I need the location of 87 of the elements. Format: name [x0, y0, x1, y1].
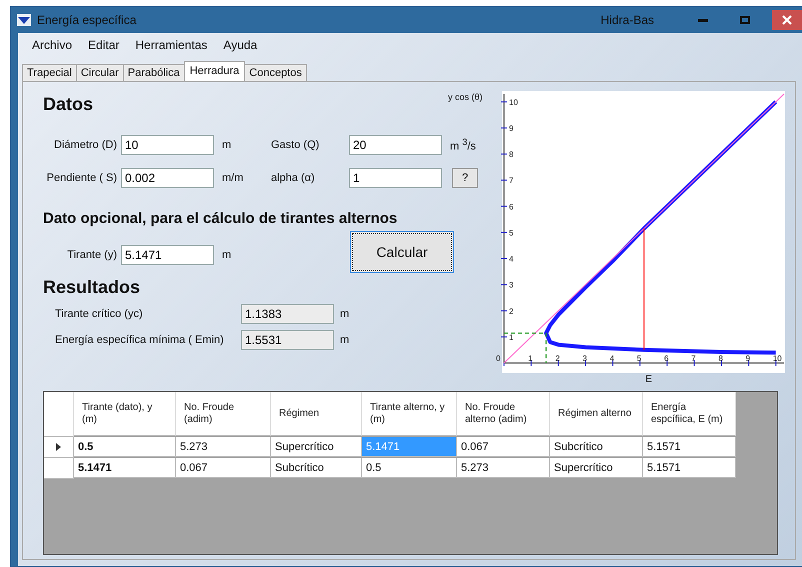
x-tick-label: 7	[691, 354, 696, 363]
result-label: Energía específica mínima ( Emin)	[55, 334, 225, 346]
tab[interactable]: Circular	[76, 64, 124, 81]
unit-label: m $^{3}$/s	[449, 137, 477, 153]
menu-item[interactable]: Herramientas	[129, 36, 214, 54]
tab[interactable]: Parabólica	[122, 64, 185, 81]
y-tick-label: 1	[509, 332, 514, 342]
table-cell[interactable]: Subcrítico	[550, 437, 643, 457]
field-label: Tirante (y)	[66, 249, 118, 261]
section-heading: Dato opcional, para el cálculo de tirantes alternos	[43, 210, 398, 227]
x-axis-label: E	[645, 374, 652, 385]
menu-item[interactable]: Editar	[82, 36, 126, 54]
column-header[interactable]: Energía espcífiica, E (m)	[643, 392, 736, 436]
maximize-icon	[740, 16, 750, 24]
y-tick-label: 2	[509, 306, 514, 316]
y-tick-label: 9	[509, 124, 514, 133]
y-tick-label: 7	[509, 176, 514, 186]
field-label: Pendiente ( S)	[46, 172, 118, 184]
y-tick-label: 8	[509, 150, 514, 160]
unit-label: m	[339, 334, 350, 346]
tab[interactable]: Conceptos	[244, 64, 307, 81]
y-tick-label: 10	[509, 98, 518, 107]
result-field[interactable]: 1.5531	[241, 330, 334, 350]
app-icon	[17, 14, 31, 26]
x-tick-label: 0	[496, 354, 500, 363]
section-heading: Datos	[43, 94, 94, 115]
table-cell[interactable]: 5.273	[457, 458, 550, 478]
input-field[interactable]: 10	[121, 135, 214, 155]
input-field[interactable]: 5.1471	[121, 245, 214, 265]
x-tick-label: 10	[772, 354, 782, 363]
menu-item[interactable]: Archivo	[26, 36, 78, 54]
x-tick-label: 6	[664, 354, 669, 363]
input-field[interactable]: 1	[349, 168, 442, 188]
menu-item[interactable]: Ayuda	[217, 36, 264, 54]
tab[interactable]: Herradura	[184, 61, 246, 81]
y-tick-label: 5	[509, 228, 514, 238]
table-cell[interactable]: 0.5	[362, 458, 457, 478]
column-header[interactable]: No. Froude (adim)	[176, 392, 271, 436]
x-tick-label: 8	[718, 354, 723, 363]
table-cell[interactable]: 0.067	[457, 437, 550, 457]
column-header[interactable]: Régimen alterno	[550, 392, 643, 436]
table-cell[interactable]: Supercrítico	[550, 458, 643, 478]
y-tick-label: 6	[509, 202, 514, 212]
row-header[interactable]	[44, 437, 74, 458]
table-cell[interactable]: 0.067	[176, 458, 271, 478]
minimize-icon	[698, 18, 708, 22]
section-heading: Resultados	[43, 277, 142, 298]
field-label: alpha (α)	[271, 172, 316, 184]
window-title: Energía específica	[37, 13, 138, 27]
table-cell[interactable]: 5.1571	[643, 458, 736, 478]
help-button[interactable]: ?	[452, 168, 478, 188]
unit-label: m	[221, 139, 232, 151]
table-cell[interactable]: 5.1571	[643, 437, 736, 457]
column-header[interactable]: Tirante alterno, y (m)	[362, 392, 457, 436]
table-cell[interactable]: 0.5	[74, 437, 176, 457]
column-header[interactable]: Régimen	[271, 392, 362, 436]
table-cell[interactable]: 5.273	[176, 437, 271, 457]
unit-label: m/m	[221, 172, 244, 184]
result-field[interactable]: 1.1383	[241, 304, 334, 324]
x-tick-label: 9	[746, 354, 750, 363]
unit-label: m	[221, 249, 232, 261]
table-cell[interactable]: 5.1471	[74, 458, 176, 478]
field-label: Diámetro (D)	[53, 139, 118, 151]
close-icon	[782, 15, 792, 25]
input-field[interactable]: 20	[349, 135, 442, 155]
unit-label: m	[339, 308, 350, 320]
table-cell[interactable]: Subcrítico	[271, 458, 362, 478]
field-label: Gasto (Q)	[271, 139, 320, 151]
result-label: Tirante crítico (yc)	[55, 308, 144, 320]
current-row-icon	[56, 443, 61, 451]
column-header[interactable]: No. Froude alterno (adim)	[457, 392, 550, 436]
calculate-button[interactable]: Calcular	[350, 231, 454, 273]
header-corner	[44, 392, 74, 437]
table-cell[interactable]: Supercrítico	[271, 437, 362, 457]
column-header[interactable]: Tirante (dato), y (m)	[74, 392, 176, 436]
x-tick-label: 5	[636, 354, 642, 363]
y-tick-label: 4	[509, 254, 514, 264]
input-field[interactable]: 0.002	[121, 168, 214, 188]
x-tick-label: 1	[528, 354, 533, 363]
close-button[interactable]	[772, 10, 802, 30]
y-tick-label: 3	[509, 280, 514, 290]
app-name: Hidra-Bas	[600, 13, 654, 27]
x-tick-label: 4	[610, 354, 614, 363]
y-axis-label: y cos (θ)	[448, 92, 483, 102]
tab[interactable]: Trapecial	[22, 64, 77, 81]
x-tick-label: 3	[582, 354, 587, 363]
x-tick-label: 2	[555, 354, 560, 363]
